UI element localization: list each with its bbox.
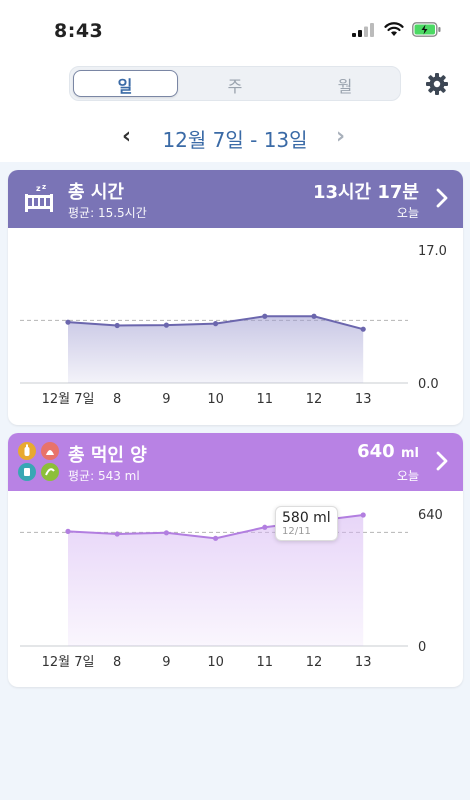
sleep-chart-y-tick-max: 17.0 <box>418 244 447 259</box>
feeding-chart-point-1[interactable] <box>114 531 120 537</box>
feeding-card-value: 640 ml <box>357 441 419 462</box>
top-bar: 8:43 일 주 월 ‹ 12월 7일 - 13일 › <box>0 0 470 162</box>
status-bar: 8:43 <box>0 18 470 48</box>
sleep-chart-area-fill <box>68 316 364 383</box>
sleep-chart-x-tick-label: 13 <box>355 392 372 407</box>
feeding-tooltip-value: 580 ml <box>282 510 331 526</box>
feeding-chart-point-3[interactable] <box>213 535 219 541</box>
sleep-chart-point-6[interactable] <box>360 326 366 332</box>
feeding-chart-point-0[interactable] <box>65 528 71 534</box>
feeding-chart-x-tick-label: 11 <box>257 655 274 670</box>
feeding-card-title: 총 먹인 양 <box>68 445 147 466</box>
wifi-icon <box>384 22 404 36</box>
feeding-chart-y-tick-min: 0 <box>418 640 426 655</box>
feeding-chart-x-tick-label: 12월 7일 <box>42 655 95 670</box>
sleep-chart-point-2[interactable] <box>163 322 169 328</box>
sleep-card-average: 평균: 15.5시간 <box>68 206 147 220</box>
feeding-card-value-unit: ml <box>400 446 419 461</box>
feeding-chart-x-tick-label: 8 <box>113 655 121 670</box>
sleep-chart-point-3[interactable] <box>213 321 219 327</box>
tab-week[interactable]: 주 <box>180 73 290 97</box>
battery-charging-icon <box>412 22 441 37</box>
svg-text:z: z <box>42 183 46 191</box>
sleep-chart-point-5[interactable] <box>311 313 317 319</box>
sleep-chart-point-1[interactable] <box>114 322 120 329</box>
period-segmented-control: 일 주 월 <box>69 66 401 101</box>
sleep-chart-x-tick-label: 11 <box>257 392 274 407</box>
feeding-chart-x-tick-label: 9 <box>162 655 170 670</box>
feeding-chart-x-tick-label: 10 <box>207 655 224 670</box>
svg-text:z: z <box>36 184 41 193</box>
sleep-card-value: 13시간 17분 <box>312 182 419 203</box>
tab-day[interactable]: 일 <box>70 73 180 97</box>
sleep-card-today-label: 오늘 <box>396 206 419 220</box>
feeding-types-icon <box>18 442 59 481</box>
feeding-card-header[interactable]: 총 먹인 양 평균: 543 ml 640 ml 오늘 <box>8 433 463 491</box>
feeding-chart-x-tick-label: 13 <box>355 655 372 670</box>
sleep-area-chart: 12월 7일 8 9 10 11 12 13 17.0 0.0 <box>20 244 447 407</box>
sleep-card-header[interactable]: z z 총 시간 평균: 15.5시간 13시간 17분 오늘 <box>8 170 463 228</box>
sleep-chart-x-tick-label: 10 <box>207 392 224 407</box>
prev-week-button[interactable]: ‹ <box>122 124 131 149</box>
sleep-card-title: 총 시간 <box>68 182 124 203</box>
feeding-total-card[interactable]: 총 먹인 양 평균: 543 ml 640 ml 오늘 12월 7일 8 9 10 11… <box>8 433 463 687</box>
cellular-signal-icon <box>352 22 374 37</box>
feeding-chart-point-6[interactable] <box>360 512 366 518</box>
feeding-chart-y-tick-max: 640 <box>418 508 443 523</box>
sleep-chart-point-4[interactable] <box>262 313 268 319</box>
sleep-chart: 12월 7일 8 9 10 11 12 13 17.0 0.0 <box>8 228 463 425</box>
feeding-card-average: 평균: 543 ml <box>68 469 140 483</box>
sleep-chart-x-tick-label: 8 <box>113 392 121 407</box>
sleep-total-card[interactable]: z z 총 시간 평균: 15.5시간 13시간 17분 오늘 12월 7일 8 9… <box>8 170 463 425</box>
sleep-chart-x-tick-label: 12월 7일 <box>42 392 95 407</box>
date-navigator: ‹ 12월 7일 - 13일 › <box>0 122 470 152</box>
feeding-area-chart: 12월 7일 8 9 10 11 12 13 640 0 <box>20 508 443 670</box>
feeding-card-value-number: 640 <box>357 441 395 462</box>
chevron-right-icon <box>436 451 448 471</box>
feeding-tooltip-date: 12/11 <box>282 526 311 537</box>
sleep-chart-x-tick-label: 9 <box>162 392 170 407</box>
sleep-chart-y-tick-min: 0.0 <box>418 377 439 392</box>
chevron-right-icon <box>436 188 448 208</box>
feeding-tooltip: 580 ml 12/11 <box>275 506 338 541</box>
feeding-chart-point-4[interactable] <box>262 524 268 530</box>
gear-icon[interactable] <box>425 72 449 96</box>
next-week-button[interactable]: › <box>336 124 345 149</box>
date-range-label: 12월 7일 - 13일 <box>162 128 308 152</box>
crib-sleep-icon: z z <box>25 183 53 212</box>
feeding-chart-x-tick-label: 12 <box>306 655 323 670</box>
status-icons <box>352 22 442 37</box>
feeding-chart: 12월 7일 8 9 10 11 12 13 640 0 580 ml 12/11 <box>8 491 463 687</box>
tab-month[interactable]: 월 <box>290 73 400 97</box>
feeding-chart-point-2[interactable] <box>163 530 169 536</box>
sleep-chart-x-tick-label: 12 <box>306 392 323 407</box>
feeding-card-today-label: 오늘 <box>396 469 419 483</box>
sleep-chart-point-0[interactable] <box>65 319 71 325</box>
status-time: 8:43 <box>54 20 104 42</box>
